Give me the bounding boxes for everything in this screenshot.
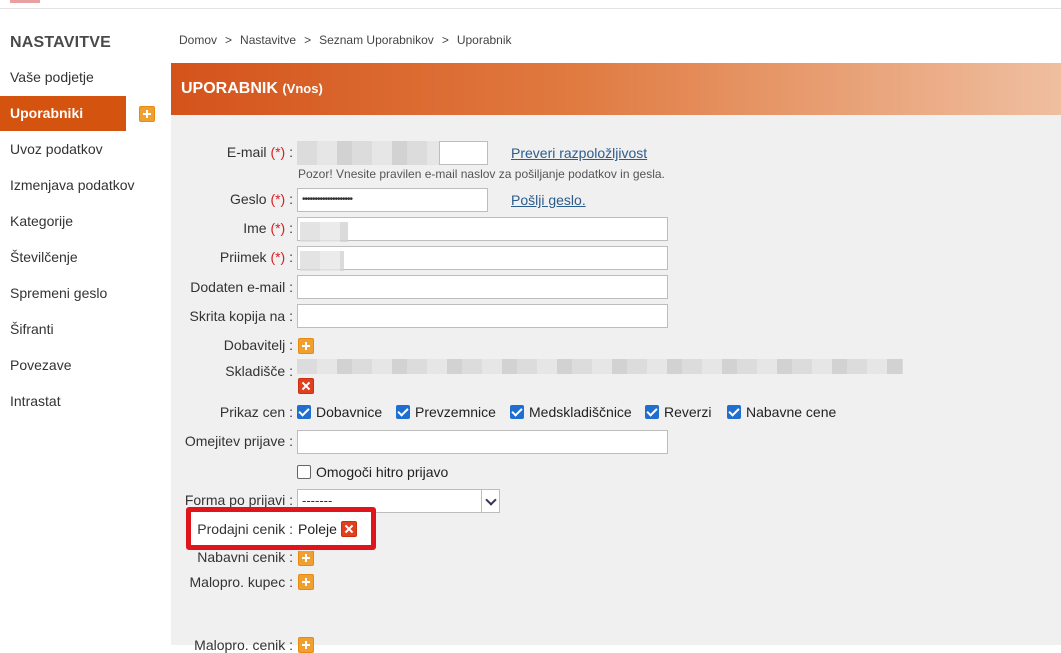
first-name-redacted <box>300 222 348 242</box>
first-name-label: Ime (*) : <box>243 220 293 236</box>
warehouse-redacted <box>297 359 903 374</box>
sidebar-item-uvoz-podatkov[interactable]: Uvoz podatkov <box>0 132 126 167</box>
breadcrumb-domov[interactable]: Domov <box>179 33 217 47</box>
checkbox-medskladiscnice[interactable] <box>510 405 524 419</box>
first-name-field[interactable] <box>297 217 668 241</box>
top-bar <box>0 0 1061 9</box>
login-restriction-field[interactable] <box>297 430 668 454</box>
check-availability-link[interactable]: Preveri razpoložljivost <box>511 145 647 161</box>
breadcrumb: Domov > Nastavitve > Seznam Uporabnikov > Upor… <box>171 9 1061 63</box>
remove-sales-pricelist-icon[interactable] <box>341 521 357 537</box>
sidebar-item-kategorije[interactable]: Kategorije <box>0 204 126 239</box>
bcc-field[interactable] <box>297 304 668 328</box>
checkbox-dobavnice[interactable] <box>297 405 311 419</box>
extra-email-field[interactable] <box>297 275 668 299</box>
checkbox-reverzi[interactable] <box>645 405 659 419</box>
breadcrumb-separator: > <box>225 33 233 47</box>
sidebar-item-uporabniki[interactable]: Uporabniki <box>0 96 126 131</box>
checkbox-medskladiscnice-label: Medskladiščnice <box>529 404 632 420</box>
last-name-redacted <box>300 251 344 271</box>
sidebar-item-spremeni-geslo[interactable]: Spremeni geslo <box>0 276 126 311</box>
sidebar-item-intrastat[interactable]: Intrastat <box>0 384 126 419</box>
breadcrumb-separator: > <box>304 33 312 47</box>
chevron-down-icon[interactable] <box>481 490 499 512</box>
sidebar-item-stevilcenje[interactable]: Številčenje <box>0 240 126 275</box>
checkbox-prevzemnice-label: Prevzemnice <box>415 404 496 420</box>
sidebar-item-vase-podjetje[interactable]: Vaše podjetje <box>0 60 126 95</box>
sidebar-item-povezave[interactable]: Povezave <box>0 348 126 383</box>
add-supplier-icon[interactable] <box>298 338 314 354</box>
quick-login-checkbox[interactable] <box>297 465 311 479</box>
password-field[interactable]: •••••••••••••••••••• <box>297 188 488 212</box>
sales-pricelist-value: Poleje <box>298 521 337 537</box>
add-purchase-pricelist-icon[interactable] <box>298 551 314 566</box>
supplier-label: Dobavitelj : <box>223 337 293 353</box>
checkbox-nabavne-cene[interactable] <box>727 405 741 419</box>
last-name-field[interactable] <box>297 246 668 270</box>
page-title: UPORABNIK (Vnos) <box>181 80 323 98</box>
quick-login-label: Omogoči hitro prijavo <box>316 464 449 480</box>
logo-fragment <box>10 0 40 3</box>
login-form-value: ------- <box>302 493 333 508</box>
bcc-label: Skrita kopija na : <box>189 308 294 324</box>
sidebar-heading: NASTAVITVE <box>10 34 111 51</box>
sales-pricelist-label: Prodajni cenik : <box>197 521 293 537</box>
page-subtitle: (Vnos) <box>282 81 323 96</box>
retail-customer-label: Malopro. kupec : <box>189 574 294 590</box>
sidebar: NASTAVITVE Vaše podjetje Uporabniki Uvoz… <box>0 9 171 645</box>
breadcrumb-separator: > <box>441 33 449 47</box>
breadcrumb-nastavitve[interactable]: Nastavitve <box>240 33 296 47</box>
warehouse-label: Skladišče : <box>225 363 293 379</box>
email-field[interactable] <box>439 141 488 165</box>
login-restriction-label: Omejitev prijave : <box>184 433 293 449</box>
purchase-pricelist-label: Nabavni cenik : <box>197 549 293 565</box>
send-password-link[interactable]: Pošlji geslo. <box>511 192 586 208</box>
remove-warehouse-icon[interactable] <box>298 378 314 394</box>
checkbox-nabavne-cene-label: Nabavne cene <box>746 404 837 420</box>
extra-email-label: Dodaten e-mail : <box>190 279 293 295</box>
email-note: Pozor! Vnesite pravilen e-mail naslov za… <box>298 167 665 181</box>
add-retail-customer-icon[interactable] <box>298 574 314 590</box>
checkbox-dobavnice-label: Dobavnice <box>316 404 383 420</box>
last-name-label: Priimek (*) : <box>219 249 293 265</box>
email-redacted <box>297 141 439 165</box>
checkbox-prevzemnice[interactable] <box>396 405 410 419</box>
password-label: Geslo (*) : <box>229 191 293 207</box>
sidebar-item-izmenjava-podatkov[interactable]: Izmenjava podatkov <box>0 168 135 203</box>
add-retail-pricelist-icon[interactable] <box>298 637 314 653</box>
page-title-text: UPORABNIK <box>181 80 278 97</box>
breadcrumb-uporabnik: Uporabnik <box>456 33 512 47</box>
page-header: UPORABNIK (Vnos) <box>171 63 1061 115</box>
breadcrumb-seznam-uporabnikov[interactable]: Seznam Uporabnikov <box>319 33 434 47</box>
retail-pricelist-label: Malopro. cenik : <box>194 637 293 653</box>
price-display-label: Prikaz cen : <box>219 404 293 420</box>
add-user-icon[interactable] <box>139 106 155 122</box>
checkbox-reverzi-label: Reverzi <box>664 404 712 420</box>
email-label: E-mail (*) : <box>226 144 293 160</box>
sidebar-item-sifranti[interactable]: Šifranti <box>0 312 126 347</box>
login-form-label: Forma po prijavi : <box>184 492 293 508</box>
